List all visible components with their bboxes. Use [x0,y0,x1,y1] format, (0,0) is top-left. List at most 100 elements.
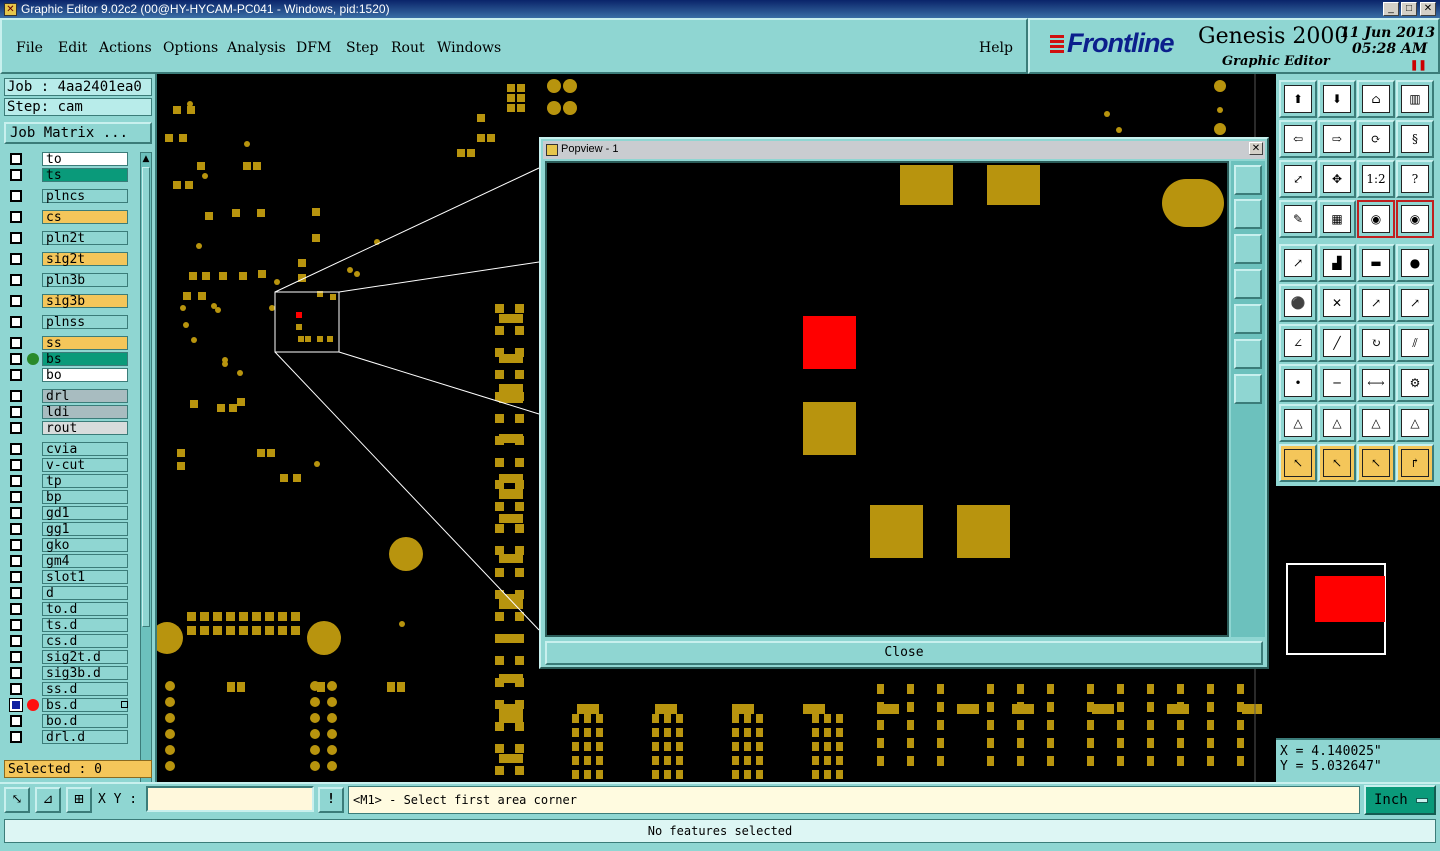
delete-icon[interactable]: ✕ [1318,284,1356,322]
layer-row-plncs[interactable]: plncs [6,189,128,204]
layer-row-gm4[interactable]: gm4 [6,554,128,569]
pad-feature[interactable] [200,626,209,635]
layer-checkbox[interactable] [10,555,22,567]
pad-feature[interactable] [317,336,323,342]
pad-feature[interactable] [1207,684,1214,694]
pad-feature[interactable] [517,94,525,102]
via-feature[interactable] [165,761,175,771]
via-feature[interactable] [310,697,320,707]
resize-icon[interactable]: ⟷ [1357,364,1395,402]
rotate-icon[interactable]: ↻ [1357,324,1395,362]
pad-feature[interactable] [229,404,237,412]
copy-icon[interactable]: ↗ [1396,284,1434,322]
layer-checkbox[interactable] [10,169,22,181]
via-feature[interactable] [165,697,175,707]
pad-feature[interactable] [987,720,994,730]
pad-feature[interactable] [1087,684,1094,694]
pad-feature[interactable] [312,208,320,216]
layer-row-tp[interactable]: tp [6,474,128,489]
scroll-up-icon[interactable]: ▲ [141,153,151,165]
pad-feature[interactable] [499,754,523,763]
layer-checkbox[interactable] [10,295,22,307]
pad-feature[interactable] [515,722,524,731]
pad-feature[interactable] [596,714,603,723]
pad-feature[interactable] [596,728,603,737]
pad-feature[interactable] [495,546,504,555]
pad-feature[interactable] [1087,738,1094,748]
layer-name[interactable]: bs.d [42,698,128,713]
pad-feature[interactable] [584,756,591,765]
pad-feature[interactable] [1237,702,1244,712]
pad-feature[interactable] [237,398,245,406]
zoom-in-icon[interactable] [1234,199,1262,229]
pad-feature[interactable] [1017,702,1024,712]
layer-checkbox[interactable] [10,603,22,615]
pad-feature[interactable] [226,626,235,635]
pad-feature[interactable] [652,742,659,751]
via-feature[interactable] [310,729,320,739]
pad-feature[interactable] [495,612,504,621]
layout-icon[interactable]: ▥ [1396,80,1434,118]
pad-feature[interactable] [987,165,1040,205]
pad-feature[interactable] [1177,738,1184,748]
via-feature[interactable] [222,357,228,363]
surface-icon[interactable]: △ [1318,404,1356,442]
pad-feature[interactable] [812,714,819,723]
layer-name[interactable]: cs [42,210,128,225]
pad-feature[interactable] [652,756,659,765]
split-icon[interactable]: ─ [1318,364,1356,402]
pad-feature[interactable] [267,449,275,457]
pad-feature[interactable] [937,702,944,712]
layer-row-ldi[interactable]: ldi [6,405,128,420]
via-feature[interactable] [354,271,360,277]
xy-input[interactable] [146,786,314,812]
pad-feature[interactable] [572,770,579,779]
pad-feature[interactable] [732,770,739,779]
pad-feature[interactable] [744,756,751,765]
layer-row-drl[interactable]: drl [6,389,128,404]
layer-name[interactable]: to [42,152,128,167]
via-feature[interactable] [165,681,175,691]
layer-checkbox[interactable] [10,253,22,265]
pad-feature[interactable] [499,514,523,523]
warning-button[interactable]: ! [318,787,344,813]
layer-checkbox[interactable] [10,390,22,402]
step-repeat-icon[interactable]: ⟳ [1357,120,1395,158]
via-feature[interactable] [547,79,561,93]
pad-feature[interactable] [664,714,671,723]
pad-feature[interactable] [387,682,395,692]
move-icon[interactable]: ↗ [1357,284,1395,322]
via-feature[interactable] [547,101,561,115]
via-feature[interactable] [191,337,197,343]
pad-feature[interactable] [495,370,504,379]
pad-feature[interactable] [900,165,953,205]
home-icon[interactable]: ⬆ [1279,80,1317,118]
pad-feature[interactable] [515,414,524,423]
pad-feature[interactable] [596,756,603,765]
popview-zoom-view[interactable] [547,163,1227,635]
pad-feature[interactable] [187,106,195,114]
pad-feature[interactable] [217,404,225,412]
layer-checkbox[interactable] [10,190,22,202]
layer-checkbox[interactable] [10,699,22,711]
pad-feature[interactable] [756,728,763,737]
layer-name[interactable]: sig3b [42,294,128,309]
pad-feature[interactable] [1207,720,1214,730]
pad-feature[interactable] [1017,720,1024,730]
pad-feature[interactable] [252,626,261,635]
layer-checkbox[interactable] [10,443,22,455]
pad-feature[interactable] [1237,684,1244,694]
layer-name[interactable]: v-cut [42,458,128,473]
pad-feature[interactable] [1162,179,1224,227]
layer-checkbox[interactable] [10,369,22,381]
pad-feature[interactable] [744,742,751,751]
pad-feature[interactable] [987,684,994,694]
pad-feature[interactable] [499,434,523,443]
layer-row-d[interactable]: d [6,586,128,601]
pad-feature[interactable] [265,612,274,621]
pad-feature[interactable] [477,114,485,122]
pad-feature[interactable] [237,682,245,692]
pad-feature[interactable] [732,728,739,737]
pad-feature[interactable] [836,742,843,751]
pad-feature[interactable] [1047,684,1054,694]
